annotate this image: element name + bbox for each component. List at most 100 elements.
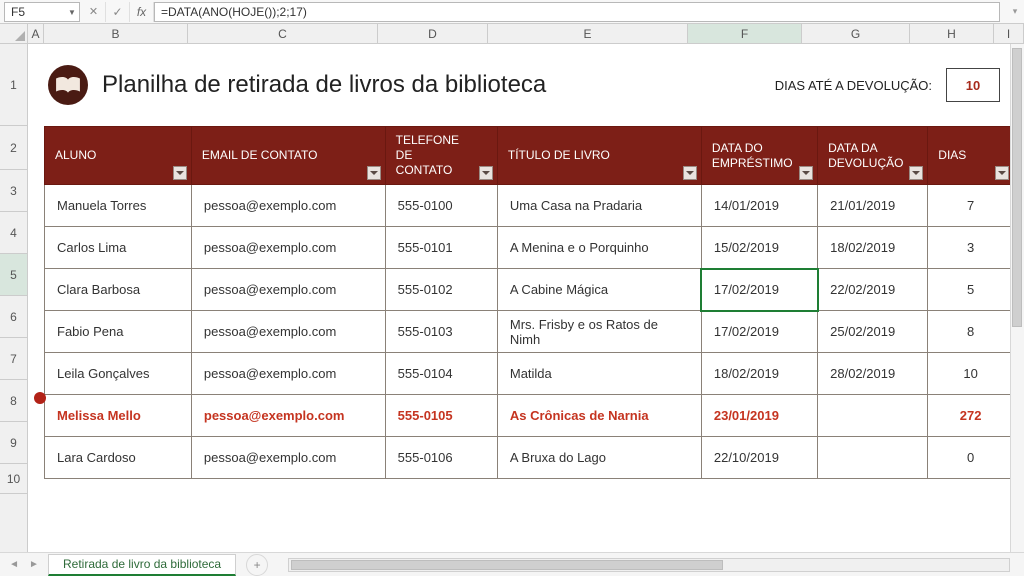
horizontal-scrollbar[interactable]: [288, 558, 1010, 572]
row-header-2[interactable]: 2: [0, 126, 27, 170]
accept-icon[interactable]: [106, 2, 130, 22]
name-box[interactable]: F5 ▼: [4, 2, 80, 22]
table-header-row: ALUNO EMAIL DE CONTATO TELEFONE DE CONTA…: [45, 127, 1014, 185]
fx-icon[interactable]: fx: [130, 2, 154, 22]
cell-aluno[interactable]: Fabio Pena: [45, 311, 192, 353]
cell-dev[interactable]: 18/02/2019: [818, 227, 928, 269]
filter-icon[interactable]: [799, 166, 813, 180]
cell-aluno[interactable]: Melissa Mello: [45, 395, 192, 437]
col-titulo[interactable]: TÍTULO DE LIVRO: [497, 127, 701, 185]
cell-email[interactable]: pessoa@exemplo.com: [191, 227, 385, 269]
col-devolucao[interactable]: DATA DA DEVOLUÇÃO: [818, 127, 928, 185]
col-dias[interactable]: DIAS: [928, 127, 1014, 185]
column-header-d[interactable]: D: [378, 24, 488, 43]
days-until-return-value[interactable]: 10: [946, 68, 1000, 102]
row-header-8[interactable]: 8: [0, 380, 27, 422]
expand-formula-bar-icon[interactable]: ▾: [1006, 6, 1024, 17]
column-header-f[interactable]: F: [688, 24, 802, 43]
cell-email[interactable]: pessoa@exemplo.com: [191, 311, 385, 353]
column-header-e[interactable]: E: [488, 24, 688, 43]
column-header-a[interactable]: A: [28, 24, 44, 43]
cell-aluno[interactable]: Manuela Torres: [45, 185, 192, 227]
cell-tel[interactable]: 555-0100: [385, 185, 497, 227]
column-header-i[interactable]: I: [994, 24, 1024, 43]
cell-dev[interactable]: [818, 395, 928, 437]
cell-titulo[interactable]: A Bruxa do Lago: [497, 437, 701, 479]
cell-emp[interactable]: 22/10/2019: [701, 437, 817, 479]
row-header-1[interactable]: 1: [0, 44, 27, 126]
column-header-b[interactable]: B: [44, 24, 188, 43]
row-header-3[interactable]: 3: [0, 170, 27, 212]
column-header-g[interactable]: G: [802, 24, 910, 43]
row-header-9[interactable]: 9: [0, 422, 27, 464]
cell-email[interactable]: pessoa@exemplo.com: [191, 437, 385, 479]
cell-titulo[interactable]: Uma Casa na Pradaria: [497, 185, 701, 227]
cell-emp[interactable]: 17/02/2019: [701, 311, 817, 353]
cell-dias[interactable]: 5: [928, 269, 1014, 311]
cell-emp[interactable]: 18/02/2019: [701, 353, 817, 395]
cell-email[interactable]: pessoa@exemplo.com: [191, 353, 385, 395]
cell-dev[interactable]: 21/01/2019: [818, 185, 928, 227]
column-header-h[interactable]: H: [910, 24, 994, 43]
formula-input[interactable]: =DATA(ANO(HOJE());2;17): [154, 2, 1000, 22]
row-header-10[interactable]: 10: [0, 464, 27, 494]
cell-tel[interactable]: 555-0104: [385, 353, 497, 395]
scroll-thumb[interactable]: [1012, 48, 1022, 327]
filter-icon[interactable]: [367, 166, 381, 180]
filter-icon[interactable]: [909, 166, 923, 180]
cell-aluno[interactable]: Lara Cardoso: [45, 437, 192, 479]
cell-tel[interactable]: 555-0105: [385, 395, 497, 437]
cell-dev[interactable]: 22/02/2019: [818, 269, 928, 311]
cell-emp[interactable]: 23/01/2019: [701, 395, 817, 437]
cell-emp[interactable]: 17/02/2019: [701, 269, 817, 311]
cell-dias[interactable]: 8: [928, 311, 1014, 353]
cell-dias[interactable]: 7: [928, 185, 1014, 227]
cell-titulo[interactable]: A Cabine Mágica: [497, 269, 701, 311]
filter-icon[interactable]: [995, 166, 1009, 180]
row-header-5[interactable]: 5: [0, 254, 27, 296]
cell-titulo[interactable]: A Menina e o Porquinho: [497, 227, 701, 269]
col-email[interactable]: EMAIL DE CONTATO: [191, 127, 385, 185]
cell-email[interactable]: pessoa@exemplo.com: [191, 269, 385, 311]
cell-aluno[interactable]: Carlos Lima: [45, 227, 192, 269]
row-header-4[interactable]: 4: [0, 212, 27, 254]
col-emprestimo[interactable]: DATA DO EMPRÉSTIMO: [701, 127, 817, 185]
vertical-scrollbar[interactable]: [1010, 44, 1024, 552]
cell-dev[interactable]: [818, 437, 928, 479]
cell-dias[interactable]: 3: [928, 227, 1014, 269]
row-header-7[interactable]: 7: [0, 338, 27, 380]
cell-tel[interactable]: 555-0103: [385, 311, 497, 353]
cell-titulo[interactable]: Matilda: [497, 353, 701, 395]
filter-icon[interactable]: [479, 166, 493, 180]
add-sheet-button[interactable]: +: [246, 554, 268, 576]
cell-titulo[interactable]: Mrs. Frisby e os Ratos de Nimh: [497, 311, 701, 353]
filter-icon[interactable]: [173, 166, 187, 180]
cell-tel[interactable]: 555-0106: [385, 437, 497, 479]
col-aluno[interactable]: ALUNO: [45, 127, 192, 185]
cancel-icon[interactable]: [82, 2, 106, 22]
cell-emp[interactable]: 15/02/2019: [701, 227, 817, 269]
select-all-corner[interactable]: [0, 24, 28, 43]
sheet-tab-active[interactable]: Retirada de livro da biblioteca: [48, 554, 236, 576]
cell-dev[interactable]: 28/02/2019: [818, 353, 928, 395]
cell-email[interactable]: pessoa@exemplo.com: [191, 185, 385, 227]
cell-tel[interactable]: 555-0101: [385, 227, 497, 269]
cell-aluno[interactable]: Clara Barbosa: [45, 269, 192, 311]
cell-dias[interactable]: 10: [928, 353, 1014, 395]
cell-dev[interactable]: 25/02/2019: [818, 311, 928, 353]
cell-email[interactable]: pessoa@exemplo.com: [191, 395, 385, 437]
filter-icon[interactable]: [683, 166, 697, 180]
cell-dias[interactable]: 272: [928, 395, 1014, 437]
cell-titulo[interactable]: As Crônicas de Narnia: [497, 395, 701, 437]
cell-tel[interactable]: 555-0102: [385, 269, 497, 311]
sheet-canvas[interactable]: Planilha de retirada de livros da biblio…: [28, 44, 1024, 552]
column-header-c[interactable]: C: [188, 24, 378, 43]
tab-scroll-buttons[interactable]: ◄►: [0, 559, 48, 570]
chevron-down-icon[interactable]: ▼: [67, 6, 77, 20]
col-telefone[interactable]: TELEFONE DE CONTATO: [385, 127, 497, 185]
row-header-6[interactable]: 6: [0, 296, 27, 338]
scroll-thumb[interactable]: [291, 560, 723, 570]
cell-aluno[interactable]: Leila Gonçalves: [45, 353, 192, 395]
cell-emp[interactable]: 14/01/2019: [701, 185, 817, 227]
cell-dias[interactable]: 0: [928, 437, 1014, 479]
